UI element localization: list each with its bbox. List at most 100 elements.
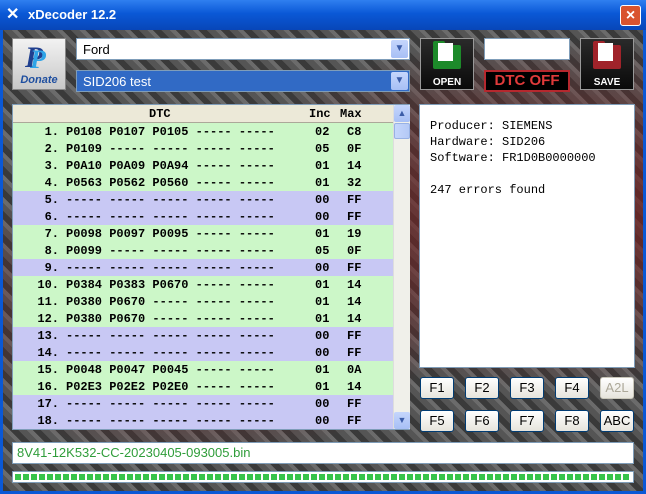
- row-number: 7.: [44, 227, 59, 241]
- header-max[interactable]: Max: [340, 107, 362, 121]
- document-icon: [438, 43, 453, 61]
- inc-value: 00: [315, 261, 330, 275]
- table-row[interactable]: 1. P0108 P0107 P0105 ----- ----- 02 C8: [13, 123, 393, 140]
- table-row[interactable]: 16. P02E3 P02E2 P02E0 ----- ----- 01 14: [13, 378, 393, 395]
- chevron-down-icon[interactable]: ▼: [391, 40, 408, 58]
- f7-button[interactable]: F7: [510, 410, 544, 432]
- dtc-codes: ----- ----- ----- ----- -----: [66, 414, 275, 428]
- inc-value: 00: [315, 210, 330, 224]
- max-value: FF: [347, 210, 362, 224]
- save-label: SAVE: [593, 77, 621, 88]
- row-number: 5.: [44, 193, 59, 207]
- vertical-scrollbar[interactable]: ▲ ▼: [393, 105, 410, 429]
- table-row[interactable]: 9. ----- ----- ----- ----- ----- 00 FF: [13, 259, 393, 276]
- f8-button[interactable]: F8: [555, 410, 589, 432]
- max-value: C8: [347, 125, 362, 139]
- inc-value: 01: [315, 159, 330, 173]
- producer-line: Producer: SIEMENS: [430, 119, 553, 133]
- table-row[interactable]: 8. P0099 ----- ----- ----- ----- 05 0F: [13, 242, 393, 259]
- dtc-codes: P0048 P0047 P0045 ----- -----: [66, 363, 275, 377]
- max-value: 14: [347, 380, 362, 394]
- row-number: 12.: [37, 312, 59, 326]
- f3-button[interactable]: F3: [510, 377, 544, 399]
- f1-button[interactable]: F1: [420, 377, 454, 399]
- window-title: xDecoder 12.2: [28, 7, 117, 22]
- blank-field[interactable]: [484, 38, 570, 60]
- table-row[interactable]: 2. P0109 ----- ----- ----- ----- 05 0F: [13, 140, 393, 157]
- manufacturer-select[interactable]: Ford ▼: [76, 38, 410, 60]
- dtc-table-header: DTC Inc Max: [13, 105, 393, 123]
- abc-button[interactable]: ABC: [600, 410, 634, 432]
- ecu-select[interactable]: SID206 test ▼: [76, 70, 410, 92]
- f4-button[interactable]: F4: [555, 377, 589, 399]
- inc-value: 00: [315, 193, 330, 207]
- ecu-info-panel: Producer: SIEMENS Hardware: SID206 Softw…: [419, 104, 635, 368]
- table-row[interactable]: 7. P0098 P0097 P0095 ----- ----- 01 19: [13, 225, 393, 242]
- table-row[interactable]: 13. ----- ----- ----- ----- ----- 00 FF: [13, 327, 393, 344]
- dtc-codes: ----- ----- ----- ----- -----: [66, 193, 275, 207]
- table-row[interactable]: 4. P0563 P0562 P0560 ----- ----- 01 32: [13, 174, 393, 191]
- dtc-codes: P02E3 P02E2 P02E0 ----- -----: [66, 380, 275, 394]
- max-value: 14: [347, 159, 362, 173]
- table-row[interactable]: 15. P0048 P0047 P0045 ----- ----- 01 0A: [13, 361, 393, 378]
- max-value: FF: [347, 193, 362, 207]
- row-number: 9.: [44, 261, 59, 275]
- hardware-line: Hardware: SID206: [430, 135, 546, 149]
- table-row[interactable]: 14. ----- ----- ----- ----- ----- 00 FF: [13, 344, 393, 361]
- max-value: FF: [347, 414, 362, 428]
- f6-button[interactable]: F6: [465, 410, 499, 432]
- inc-value: 01: [315, 227, 330, 241]
- dtc-table[interactable]: DTC Inc Max 1. P0108 P0107 P0105 ----- --…: [12, 104, 410, 430]
- row-number: 2.: [44, 142, 59, 156]
- header-dtc[interactable]: DTC: [149, 107, 171, 121]
- f2-button[interactable]: F2: [465, 377, 499, 399]
- max-value: 14: [347, 312, 362, 326]
- row-number: 13.: [37, 329, 59, 343]
- open-button[interactable]: OPEN: [420, 38, 474, 90]
- row-number: 4.: [44, 176, 59, 190]
- row-number: 10.: [37, 278, 59, 292]
- max-value: 14: [347, 295, 362, 309]
- table-row[interactable]: 5. ----- ----- ----- ----- ----- 00 FF: [13, 191, 393, 208]
- ecu-value: SID206 test: [83, 74, 151, 89]
- row-number: 3.: [44, 159, 59, 173]
- dtc-off-button[interactable]: DTC OFF: [484, 70, 570, 92]
- dtc-codes: ----- ----- ----- ----- -----: [66, 397, 275, 411]
- row-number: 16.: [37, 380, 59, 394]
- save-button[interactable]: SAVE: [580, 38, 634, 90]
- progress-bar: [12, 471, 634, 483]
- dtc-rows: 1. P0108 P0107 P0105 ----- ----- 02 C8 2. P01…: [13, 123, 393, 429]
- table-row[interactable]: 12. P0380 P0670 ----- ----- ----- 01 14: [13, 310, 393, 327]
- dtc-codes: ----- ----- ----- ----- -----: [66, 210, 275, 224]
- table-row[interactable]: 10. P0384 P0383 P0670 ----- ----- 01 14: [13, 276, 393, 293]
- donate-button[interactable]: P P Donate: [12, 38, 66, 90]
- chevron-down-icon[interactable]: ▼: [391, 72, 408, 90]
- max-value: 0A: [347, 363, 362, 377]
- row-number: 18.: [37, 414, 59, 428]
- inc-value: 01: [315, 380, 330, 394]
- scroll-thumb[interactable]: [394, 123, 410, 139]
- scroll-up-icon[interactable]: ▲: [394, 105, 410, 122]
- header-inc[interactable]: Inc: [309, 107, 331, 121]
- scroll-down-icon[interactable]: ▼: [394, 412, 410, 429]
- table-row[interactable]: 18. ----- ----- ----- ----- ----- 00 FF: [13, 412, 393, 429]
- close-icon[interactable]: ×: [620, 5, 641, 26]
- max-value: 0F: [347, 142, 362, 156]
- max-value: FF: [347, 397, 362, 411]
- table-row[interactable]: 6. ----- ----- ----- ----- ----- 00 FF: [13, 208, 393, 225]
- inc-value: 02: [315, 125, 330, 139]
- max-value: 0F: [347, 244, 362, 258]
- table-row[interactable]: 3. P0A10 P0A09 P0A94 ----- ----- 01 14: [13, 157, 393, 174]
- dtc-codes: P0A10 P0A09 P0A94 ----- -----: [66, 159, 275, 173]
- dtc-codes: ----- ----- ----- ----- -----: [66, 346, 275, 360]
- dtc-codes: ----- ----- ----- ----- -----: [66, 261, 275, 275]
- table-row[interactable]: 11. P0380 P0670 ----- ----- ----- 01 14: [13, 293, 393, 310]
- max-value: FF: [347, 261, 362, 275]
- inc-value: 05: [315, 142, 330, 156]
- a2l-button[interactable]: A2L: [600, 377, 634, 399]
- title-bar[interactable]: ✕ xDecoder 12.2 ×: [0, 0, 646, 30]
- f5-button[interactable]: F5: [420, 410, 454, 432]
- table-row[interactable]: 17. ----- ----- ----- ----- ----- 00 FF: [13, 395, 393, 412]
- app-window: ✕ xDecoder 12.2 × P P Donate Ford ▼ SID2…: [0, 0, 646, 494]
